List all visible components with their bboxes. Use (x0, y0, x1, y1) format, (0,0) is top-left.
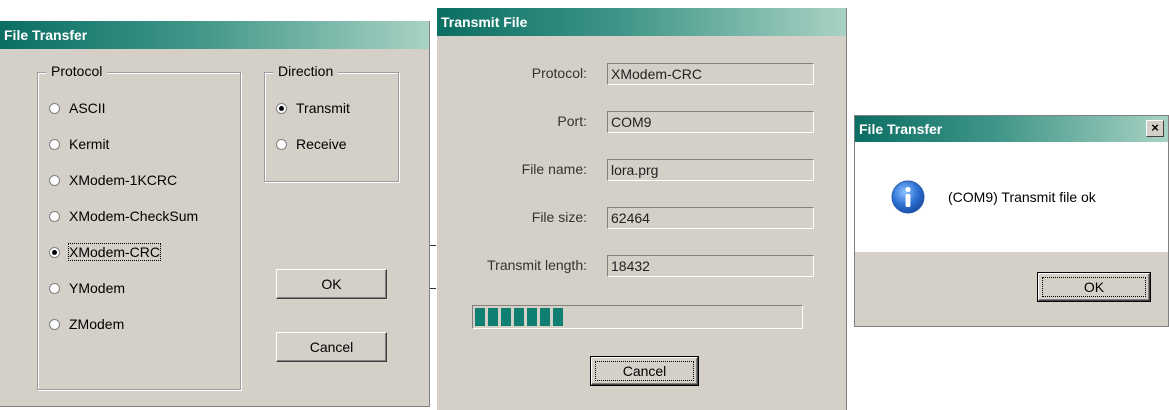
transmit-complete-message-box: File Transfer × (COM9) Transmit file ok … (854, 115, 1169, 327)
progress-block (488, 308, 498, 326)
message-text: (COM9) Transmit file ok (948, 189, 1096, 205)
ok-button[interactable]: OK (276, 269, 387, 299)
radio-button[interactable] (49, 318, 60, 330)
direction-option-label: Receive (296, 136, 347, 152)
progress-block (501, 308, 511, 326)
radio-button[interactable] (49, 246, 60, 258)
message-box-titlebar: File Transfer (855, 116, 1168, 142)
file-transfer-dialog: File Transfer Protocol Direction OK Canc… (0, 21, 430, 407)
progress-block (540, 308, 550, 326)
direction-option[interactable]: Transmit (276, 98, 350, 118)
protocol-option-label: XModem-1KCRC (69, 172, 178, 188)
field-label: Port: (557, 113, 587, 129)
transfer-progress-bar (472, 305, 803, 329)
ok-button-label: OK (321, 276, 342, 292)
radio-button[interactable] (49, 174, 60, 186)
protocol-option[interactable]: XModem-1KCRC (49, 170, 177, 190)
field-value: COM9 (607, 111, 814, 133)
info-icon (891, 180, 925, 214)
cancel-button-label: Cancel (309, 339, 354, 355)
field-value: 62464 (607, 207, 814, 229)
field-label: Protocol: (531, 65, 587, 81)
field-label: File name: (521, 161, 587, 177)
direction-group: Direction (264, 63, 399, 182)
protocol-option[interactable]: ASCII (49, 98, 106, 118)
radio-button[interactable] (276, 138, 287, 150)
radio-button[interactable] (49, 138, 60, 150)
cancel-button[interactable]: Cancel (276, 332, 387, 362)
protocol-option[interactable]: YModem (49, 278, 125, 298)
protocol-option-label: XModem-CRC (67, 243, 162, 261)
protocol-group-label: Protocol (46, 63, 108, 79)
message-ok-button[interactable]: OK (1038, 273, 1150, 301)
direction-option-label: Transmit (296, 100, 350, 116)
radio-button[interactable] (49, 102, 60, 114)
close-button[interactable]: × (1146, 120, 1164, 137)
field-label: Transmit length: (487, 257, 587, 273)
protocol-option-label: XModem-CheckSum (69, 208, 199, 224)
transmit-file-titlebar: Transmit File (437, 8, 846, 36)
radio-button[interactable] (49, 282, 60, 294)
field-value: XModem-CRC (607, 63, 814, 85)
radio-button[interactable] (49, 210, 60, 222)
direction-group-label: Direction (273, 63, 339, 79)
progress-block (553, 308, 563, 326)
protocol-option-label: ASCII (69, 100, 106, 116)
file-transfer-titlebar: File Transfer (0, 21, 429, 49)
protocol-option[interactable]: XModem-CRC (49, 242, 162, 262)
protocol-option[interactable]: XModem-CheckSum (49, 206, 198, 226)
protocol-option[interactable]: ZModem (49, 314, 124, 334)
direction-option[interactable]: Receive (276, 134, 347, 154)
progress-block (527, 308, 537, 326)
message-area: (COM9) Transmit file ok (855, 142, 1168, 252)
protocol-group: Protocol (37, 63, 241, 390)
progress-fill (475, 308, 563, 326)
field-value: lora.prg (607, 159, 814, 181)
radio-button[interactable] (276, 102, 287, 114)
transmit-cancel-button[interactable]: Cancel (591, 357, 698, 385)
message-ok-label: OK (1083, 279, 1105, 295)
progress-block (514, 308, 524, 326)
close-icon: × (1151, 120, 1159, 135)
protocol-option-label: YModem (69, 280, 126, 296)
field-label: File size: (531, 209, 587, 225)
progress-block (475, 308, 485, 326)
transmit-cancel-label: Cancel (622, 363, 667, 379)
field-value: 18432 (607, 255, 814, 277)
protocol-option-label: Kermit (69, 136, 110, 152)
protocol-option-label: ZModem (69, 316, 125, 332)
protocol-option[interactable]: Kermit (49, 134, 109, 154)
transmit-file-dialog: Transmit File Cancel Protocol: XModem-CRC… (436, 8, 847, 410)
